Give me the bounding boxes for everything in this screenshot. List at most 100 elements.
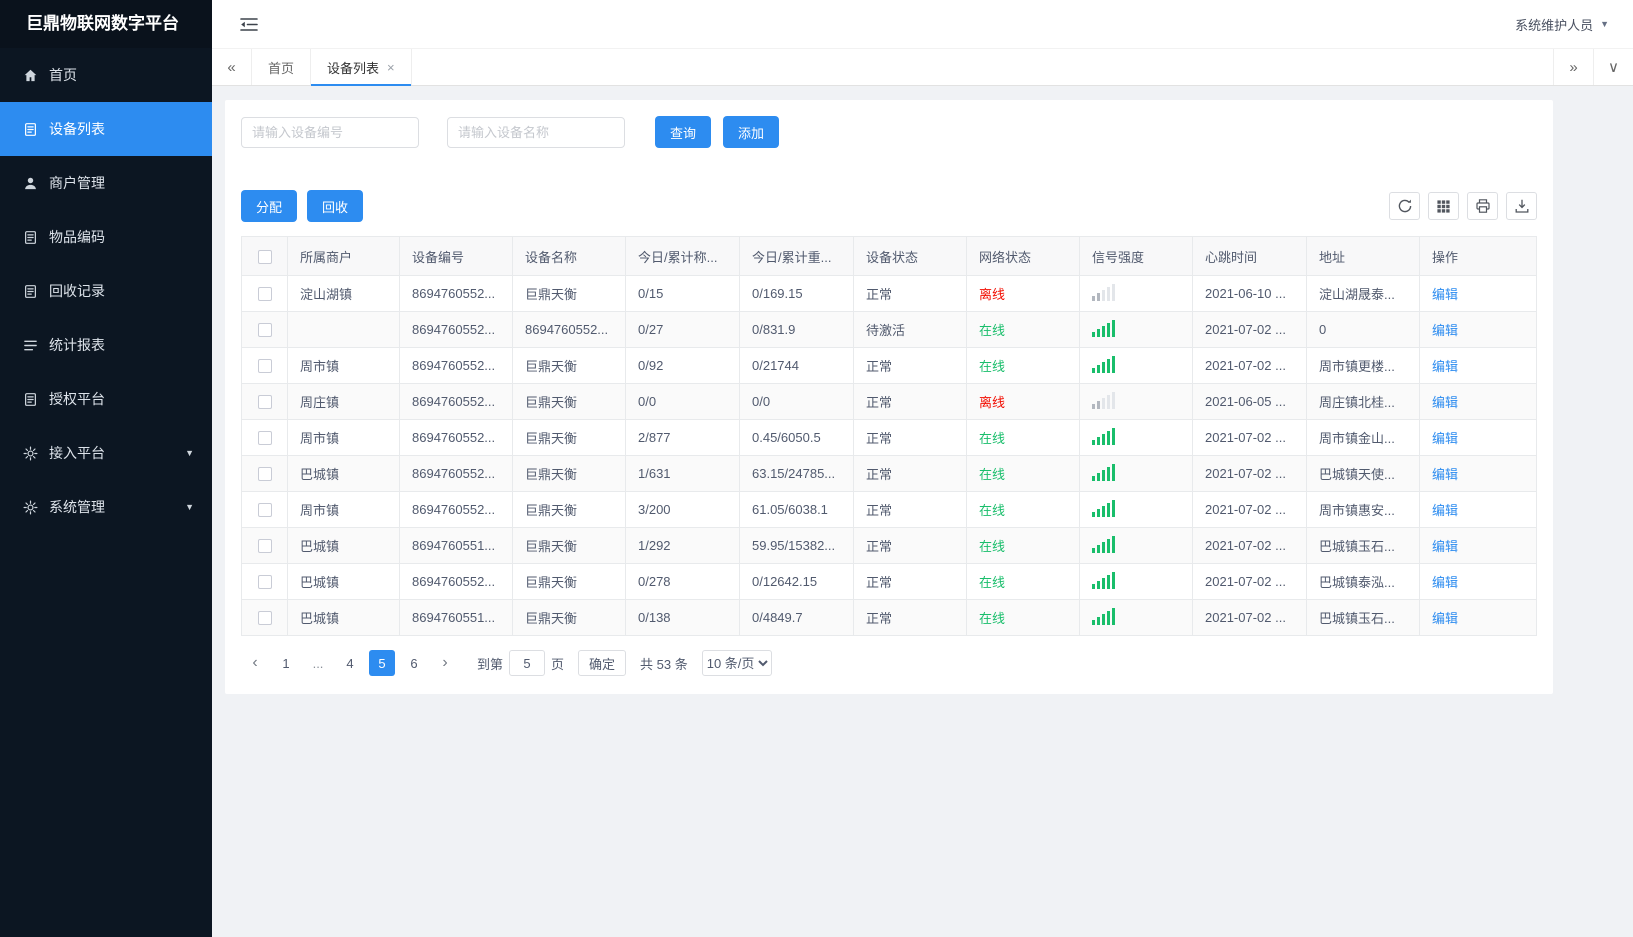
cell-signal (1079, 491, 1193, 528)
cell-device-status: 正常 (853, 527, 967, 564)
download-icon (1514, 198, 1530, 214)
edit-link[interactable]: 编辑 (1432, 359, 1458, 374)
sidebar-item-access-platform[interactable]: 接入平台 ▼ (0, 426, 212, 480)
column-header[interactable]: 地址 (1306, 236, 1420, 276)
cell-device-status: 正常 (853, 383, 967, 420)
row-checkbox[interactable] (257, 575, 272, 590)
next-page-icon[interactable]: › (433, 650, 457, 676)
cell-signal (1079, 599, 1193, 636)
row-checkbox[interactable] (257, 395, 272, 410)
column-header[interactable]: 今日/累计重... (739, 236, 854, 276)
edit-link[interactable]: 编辑 (1432, 611, 1458, 626)
table-row: 巴城镇 8694760551... 巨鼎天衡 0/138 0/4849.7 正常… (241, 599, 1537, 636)
cell-merchant: 巴城镇 (287, 563, 400, 600)
prev-page-icon[interactable]: ‹ (243, 650, 267, 676)
edit-link[interactable]: 编辑 (1432, 503, 1458, 518)
goto-page-input[interactable] (509, 650, 546, 676)
edit-link[interactable]: 编辑 (1432, 287, 1458, 302)
sidebar-item-item-code[interactable]: 物品编码 (0, 210, 212, 264)
column-header[interactable]: 操作 (1419, 236, 1537, 276)
tabs: 首页 设备列表 × (252, 49, 412, 86)
column-header[interactable]: 设备名称 (512, 236, 626, 276)
export-button[interactable] (1506, 192, 1537, 220)
recycle-button[interactable]: 回收 (307, 190, 364, 222)
page-number[interactable]: 5 (369, 650, 395, 676)
sidebar-item-home[interactable]: 首页 (0, 48, 212, 102)
tab-bar: « 首页 设备列表 × » ∨ (212, 48, 1633, 86)
row-checkbox[interactable] (257, 611, 272, 626)
sidebar-item-authorization-platform[interactable]: 授权平台 (0, 372, 212, 426)
column-header[interactable]: 设备编号 (399, 236, 513, 276)
edit-link[interactable]: 编辑 (1432, 395, 1458, 410)
row-checkbox[interactable] (257, 539, 272, 554)
select-all-checkbox[interactable] (257, 249, 272, 264)
cell-device-no: 8694760552... (399, 455, 513, 492)
column-header[interactable]: 所属商户 (287, 236, 400, 276)
column-header[interactable]: 设备状态 (853, 236, 967, 276)
assign-button[interactable]: 分配 (241, 190, 298, 222)
row-checkbox[interactable] (257, 467, 272, 482)
user-menu[interactable]: 系统维护人员 ▼ (1515, 15, 1609, 34)
query-button[interactable]: 查询 (655, 116, 712, 148)
sidebar-item-statistics-report[interactable]: 统计报表 (0, 318, 212, 372)
tabs-menu-icon[interactable]: ∨ (1593, 49, 1633, 85)
cell-heartbeat: 2021-07-02 ... (1192, 419, 1307, 456)
confirm-button[interactable]: 确定 (578, 650, 627, 676)
edit-link[interactable]: 编辑 (1432, 467, 1458, 482)
sidebar-item-system-management[interactable]: 系统管理 ▼ (0, 480, 212, 534)
edit-link[interactable]: 编辑 (1432, 539, 1458, 554)
edit-link[interactable]: 编辑 (1432, 575, 1458, 590)
page-number[interactable]: 6 (401, 650, 427, 676)
print-button[interactable] (1467, 192, 1498, 220)
cell-address: 巴城镇天使... (1306, 455, 1420, 492)
signal-strength-icon (1092, 391, 1115, 409)
sidebar-item-merchant-management[interactable]: 商户管理 (0, 156, 212, 210)
cell-device-status: 正常 (853, 347, 967, 384)
cell-actions: 编辑 (1419, 491, 1537, 528)
sidebar-item-device-list[interactable]: 设备列表 (0, 102, 212, 156)
collapse-sidebar-icon[interactable] (236, 13, 262, 36)
cell-today-weight: 0/4849.7 (739, 599, 854, 636)
row-checkbox[interactable] (257, 323, 272, 338)
cell-address: 巴城镇泰泓... (1306, 563, 1420, 600)
cell-address: 淀山湖晟泰... (1306, 275, 1420, 312)
cell-network-status: 离线 (966, 383, 1080, 420)
row-checkbox[interactable] (257, 287, 272, 302)
cell-device-no: 8694760552... (399, 491, 513, 528)
edit-link[interactable]: 编辑 (1432, 323, 1458, 338)
tabs-scroll-right-icon[interactable]: » (1553, 49, 1593, 85)
page-number[interactable]: 1 (273, 650, 299, 676)
sidebar-item-recycle-record[interactable]: 回收记录 (0, 264, 212, 318)
cell-address: 周市镇金山... (1306, 419, 1420, 456)
refresh-button[interactable] (1389, 192, 1420, 220)
column-header[interactable]: 心跳时间 (1192, 236, 1307, 276)
user-role-label: 系统维护人员 (1515, 17, 1594, 33)
cell-heartbeat: 2021-06-05 ... (1192, 383, 1307, 420)
cell-device-no: 8694760552... (399, 275, 513, 312)
tab[interactable]: 设备列表 × (311, 49, 412, 86)
column-header[interactable]: 网络状态 (966, 236, 1080, 276)
page-size-select[interactable]: 10 条/页 (701, 650, 772, 676)
device-no-input[interactable] (241, 116, 419, 148)
row-checkbox[interactable] (257, 431, 272, 446)
gear-icon (22, 499, 38, 515)
cell-actions: 编辑 (1419, 275, 1537, 312)
column-header[interactable]: 今日/累计称... (625, 236, 740, 276)
table-row: 巴城镇 8694760552... 巨鼎天衡 1/631 63.15/24785… (241, 455, 1537, 492)
cell-today-weight: 59.95/15382... (739, 527, 854, 564)
columns-button[interactable] (1428, 192, 1459, 220)
cell-device-no: 8694760552... (399, 347, 513, 384)
add-button[interactable]: 添加 (723, 116, 780, 148)
column-header[interactable]: 信号强度 (1079, 236, 1193, 276)
tabs-scroll-left-icon[interactable]: « (212, 49, 252, 85)
row-checkbox[interactable] (257, 503, 272, 518)
tab[interactable]: 首页 (252, 49, 312, 85)
table-body: 淀山湖镇 8694760552... 巨鼎天衡 0/15 0/169.15 正常… (241, 275, 1537, 636)
page-number[interactable]: 4 (337, 650, 363, 676)
cell-device-no: 8694760552... (399, 419, 513, 456)
goto-label: 到第 (477, 656, 504, 672)
row-checkbox[interactable] (257, 359, 272, 374)
device-name-input[interactable] (447, 116, 625, 148)
tab-close-icon[interactable]: × (387, 60, 395, 75)
edit-link[interactable]: 编辑 (1432, 431, 1458, 446)
